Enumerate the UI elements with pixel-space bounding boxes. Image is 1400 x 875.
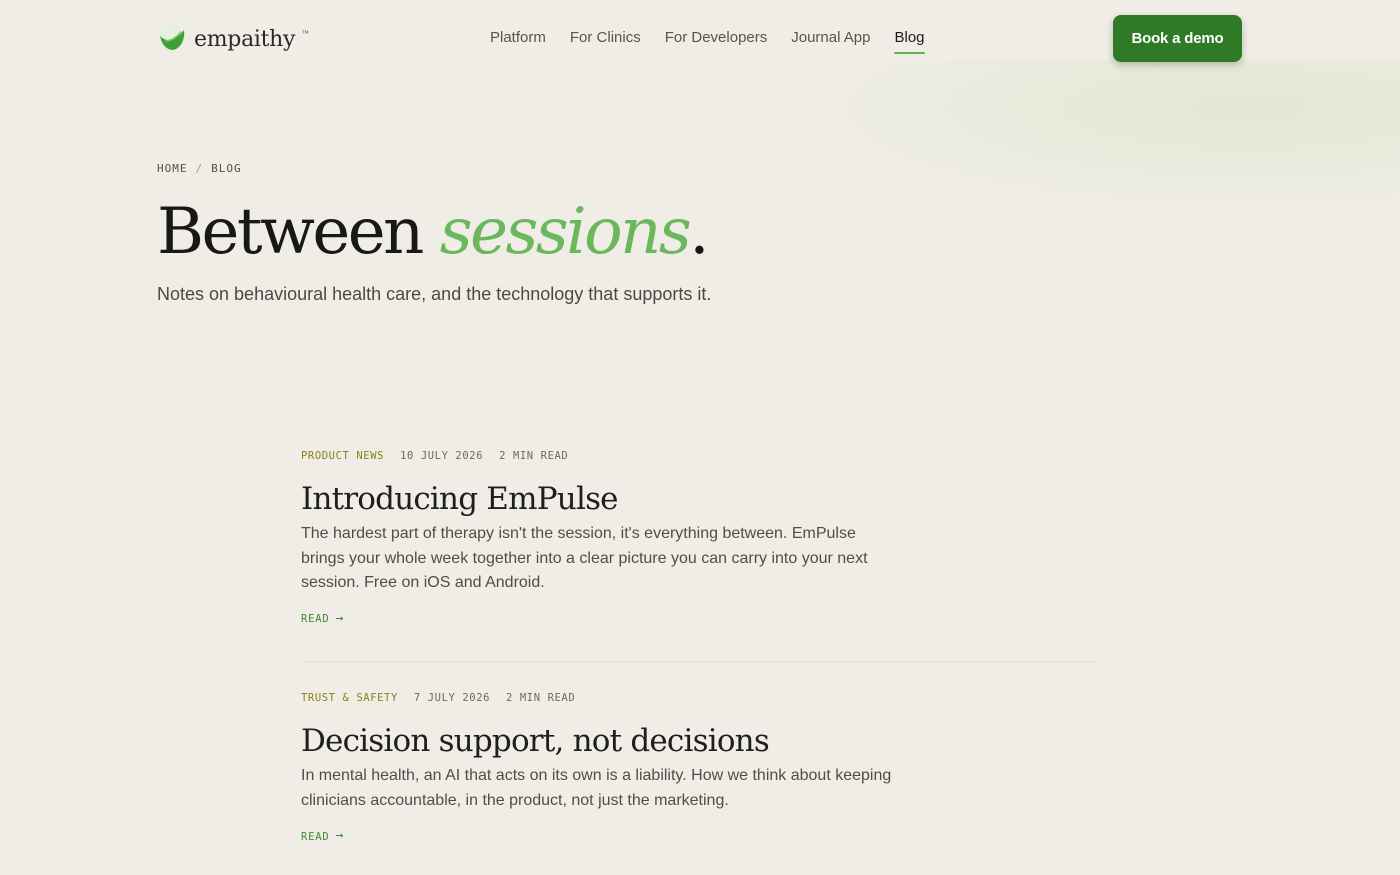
page-title-main: Between: [157, 195, 424, 269]
site-header: empaithy ™ Platform For Clinics For Deve…: [0, 0, 1400, 80]
post-title-link[interactable]: Introducing EmPulse: [301, 479, 1101, 519]
post-category: TRUST & SAFETY: [301, 692, 398, 704]
nav-item-platform[interactable]: Platform: [490, 29, 546, 52]
post-category: PRODUCT NEWS: [301, 450, 385, 462]
nav-item-for-developers[interactable]: For Developers: [665, 29, 768, 52]
arrow-right-icon: →: [335, 828, 345, 843]
brand-name: empaithy: [194, 26, 296, 52]
blog-post-card: TRUST & SAFETY 7 JULY 2026 2 MIN READ De…: [301, 692, 1101, 845]
post-divider: [301, 661, 1097, 662]
leaf-icon: [158, 25, 186, 53]
post-excerpt: In mental health, an AI that acts on its…: [301, 767, 892, 809]
blog-post-card: PRODUCT NEWS 10 JULY 2026 2 MIN READ Int…: [301, 450, 1101, 627]
nav-item-blog[interactable]: Blog: [894, 29, 925, 54]
post-read-time: 2 MIN READ: [506, 692, 576, 704]
read-post-link[interactable]: READ →: [301, 610, 345, 627]
logo-link[interactable]: empaithy ™: [157, 24, 309, 54]
page-title-period: .: [689, 195, 709, 269]
arrow-right-icon: →: [335, 610, 345, 626]
post-date: 7 JULY 2026: [413, 692, 491, 704]
page-subtitle: Notes on behavioural health care, and th…: [157, 284, 712, 304]
book-demo-button[interactable]: Book a demo: [1113, 15, 1242, 62]
read-label: READ: [301, 830, 330, 843]
post-meta: TRUST & SAFETY 7 JULY 2026 2 MIN READ: [301, 692, 1101, 704]
read-label: READ: [301, 613, 330, 625]
post-meta: PRODUCT NEWS 10 JULY 2026 2 MIN READ: [301, 450, 1101, 462]
nav-item-journal-app[interactable]: Journal App: [791, 29, 870, 52]
breadcrumb-home-link[interactable]: HOME: [157, 162, 188, 175]
trademark-mark: ™: [301, 28, 310, 38]
breadcrumb-separator: /: [195, 162, 204, 175]
breadcrumb-current: BLOG: [211, 162, 242, 175]
post-read-time: 2 MIN READ: [499, 450, 569, 462]
post-excerpt: The hardest part of therapy isn't the se…: [301, 525, 868, 591]
nav-item-for-clinics[interactable]: For Clinics: [570, 29, 641, 52]
page-title-accent: sessions: [439, 195, 692, 269]
main-nav: Platform For Clinics For Developers Jour…: [490, 29, 925, 54]
post-title-link[interactable]: Decision support, not decisions: [301, 721, 1101, 761]
post-date: 10 JULY 2026: [400, 450, 484, 462]
read-post-link[interactable]: READ →: [301, 828, 345, 844]
background-glow: [760, 60, 1400, 220]
breadcrumb: HOME / BLOG: [157, 162, 242, 175]
page-title: Between sessions.: [157, 190, 710, 274]
